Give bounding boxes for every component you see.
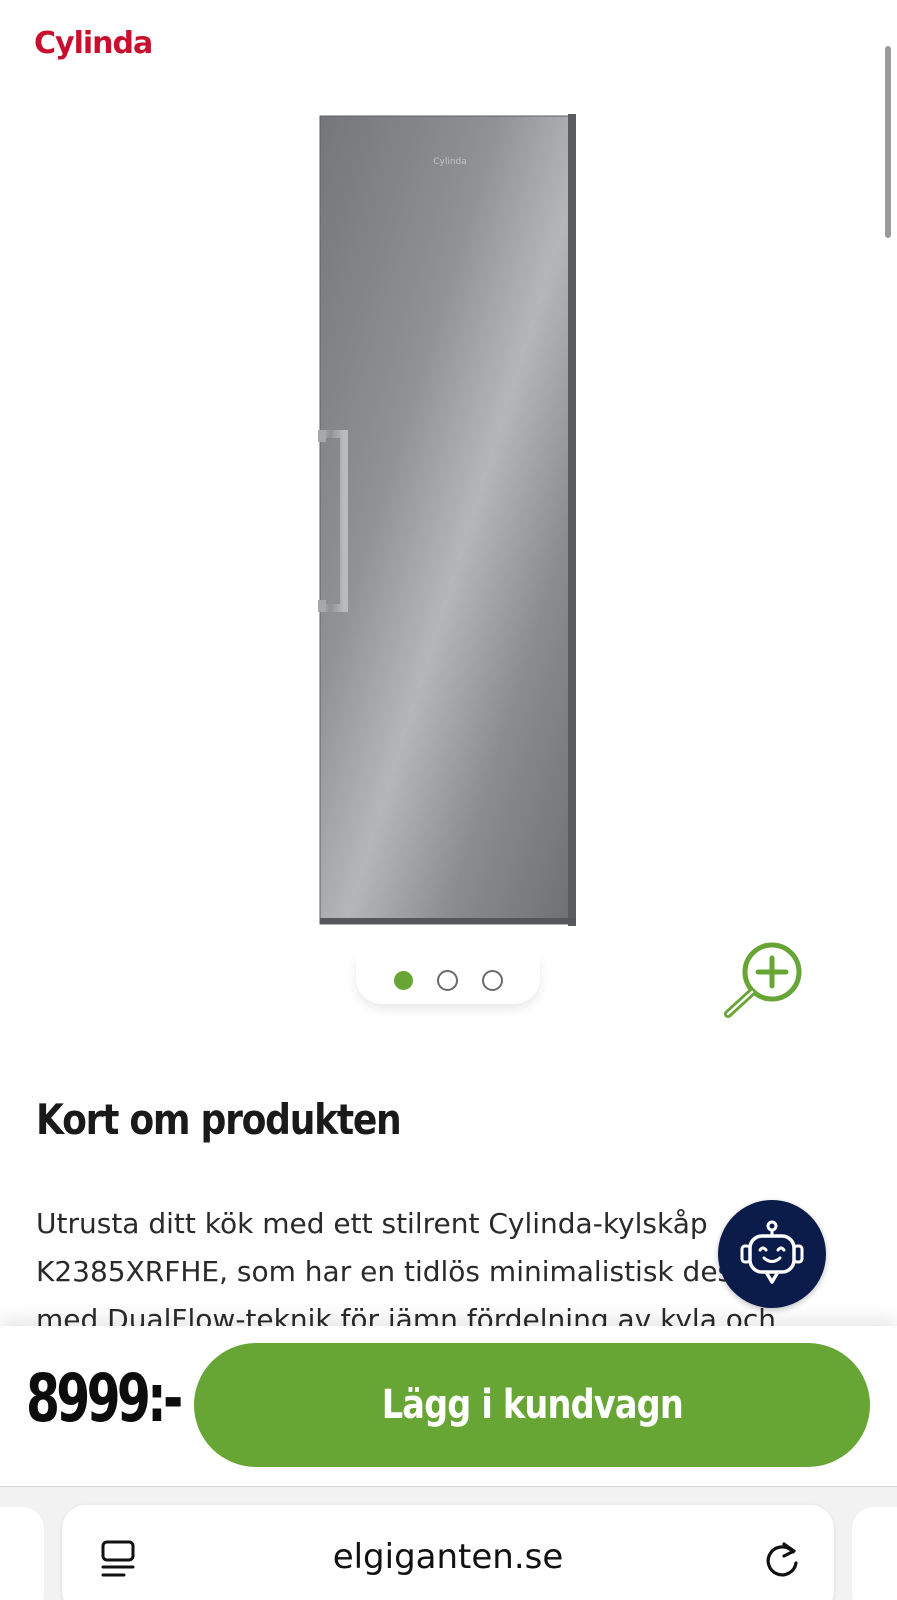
carousel-dot-2[interactable]	[436, 969, 458, 991]
zoom-button[interactable]	[722, 938, 808, 1020]
product-description: Utrusta ditt kök med ett stilrent Cylind…	[36, 1207, 777, 1326]
carousel-dot-3[interactable]	[481, 969, 503, 991]
next-tab[interactable]	[852, 1507, 897, 1600]
carousel-dot-1[interactable]	[393, 970, 413, 990]
refrigerator-image: Cylinda	[312, 114, 576, 926]
door-logo: Cylinda	[433, 157, 467, 167]
add-to-cart-button[interactable]: Lägg i kundvagn	[194, 1343, 870, 1467]
add-to-cart-label: Lägg i kundvagn	[381, 1382, 683, 1428]
zoom-in-icon	[724, 942, 802, 1018]
browser-toolbar: elgiganten.se	[0, 1486, 897, 1600]
reload-icon[interactable]	[762, 1539, 802, 1579]
brand-logo[interactable]: Cylinda	[34, 26, 153, 61]
buy-bar: 8999:- Lägg i kundvagn	[0, 1326, 897, 1486]
previous-tab[interactable]	[0, 1507, 44, 1600]
price: 8999:-	[26, 1360, 183, 1437]
address-bar[interactable]: elgiganten.se	[62, 1505, 834, 1600]
chatbot-icon	[740, 1220, 804, 1284]
product-image[interactable]: Cylinda	[312, 112, 582, 928]
url-text[interactable]: elgiganten.se	[62, 1537, 834, 1577]
chatbot-button[interactable]	[718, 1200, 826, 1308]
scrollbar-thumb[interactable]	[885, 46, 891, 238]
section-title: Kort om produkten	[36, 1095, 402, 1144]
image-carousel-dots	[356, 954, 540, 1004]
